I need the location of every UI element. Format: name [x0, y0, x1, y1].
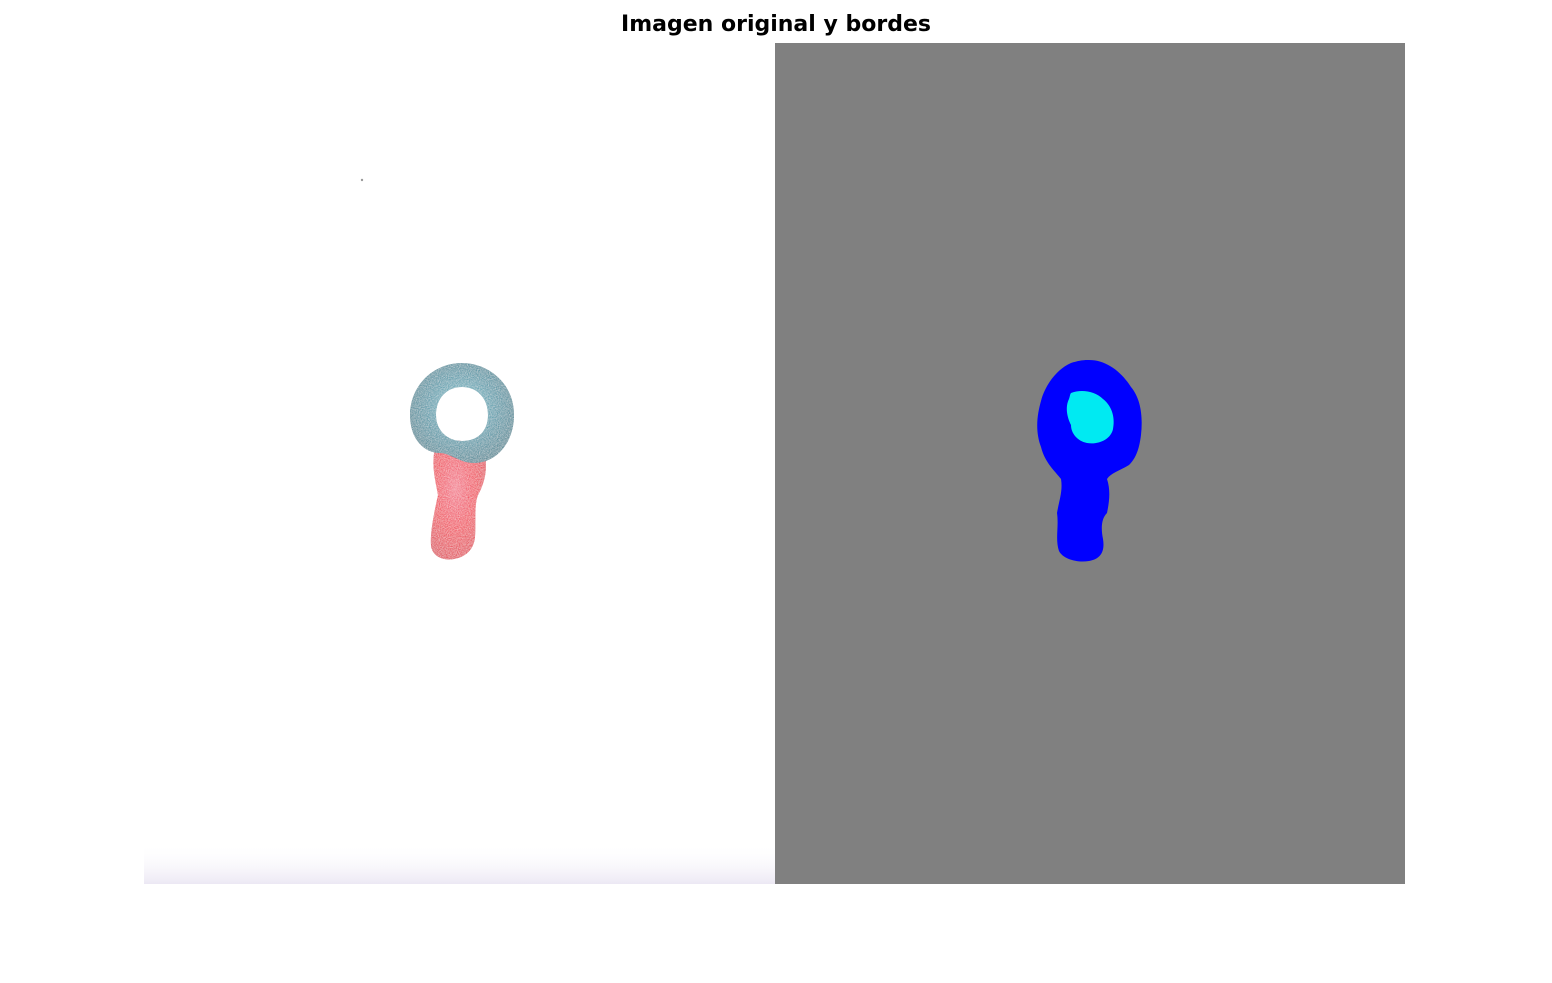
edges-image [775, 43, 1405, 884]
figure-title: Imagen original y bordes [621, 12, 931, 37]
edges-image-panel [775, 43, 1405, 884]
dust-speck [360, 178, 364, 182]
original-image-panel [144, 43, 775, 884]
figure: Imagen original y bordes [0, 0, 1552, 983]
photo-bottom-shadow [144, 843, 775, 884]
original-image [144, 43, 775, 884]
